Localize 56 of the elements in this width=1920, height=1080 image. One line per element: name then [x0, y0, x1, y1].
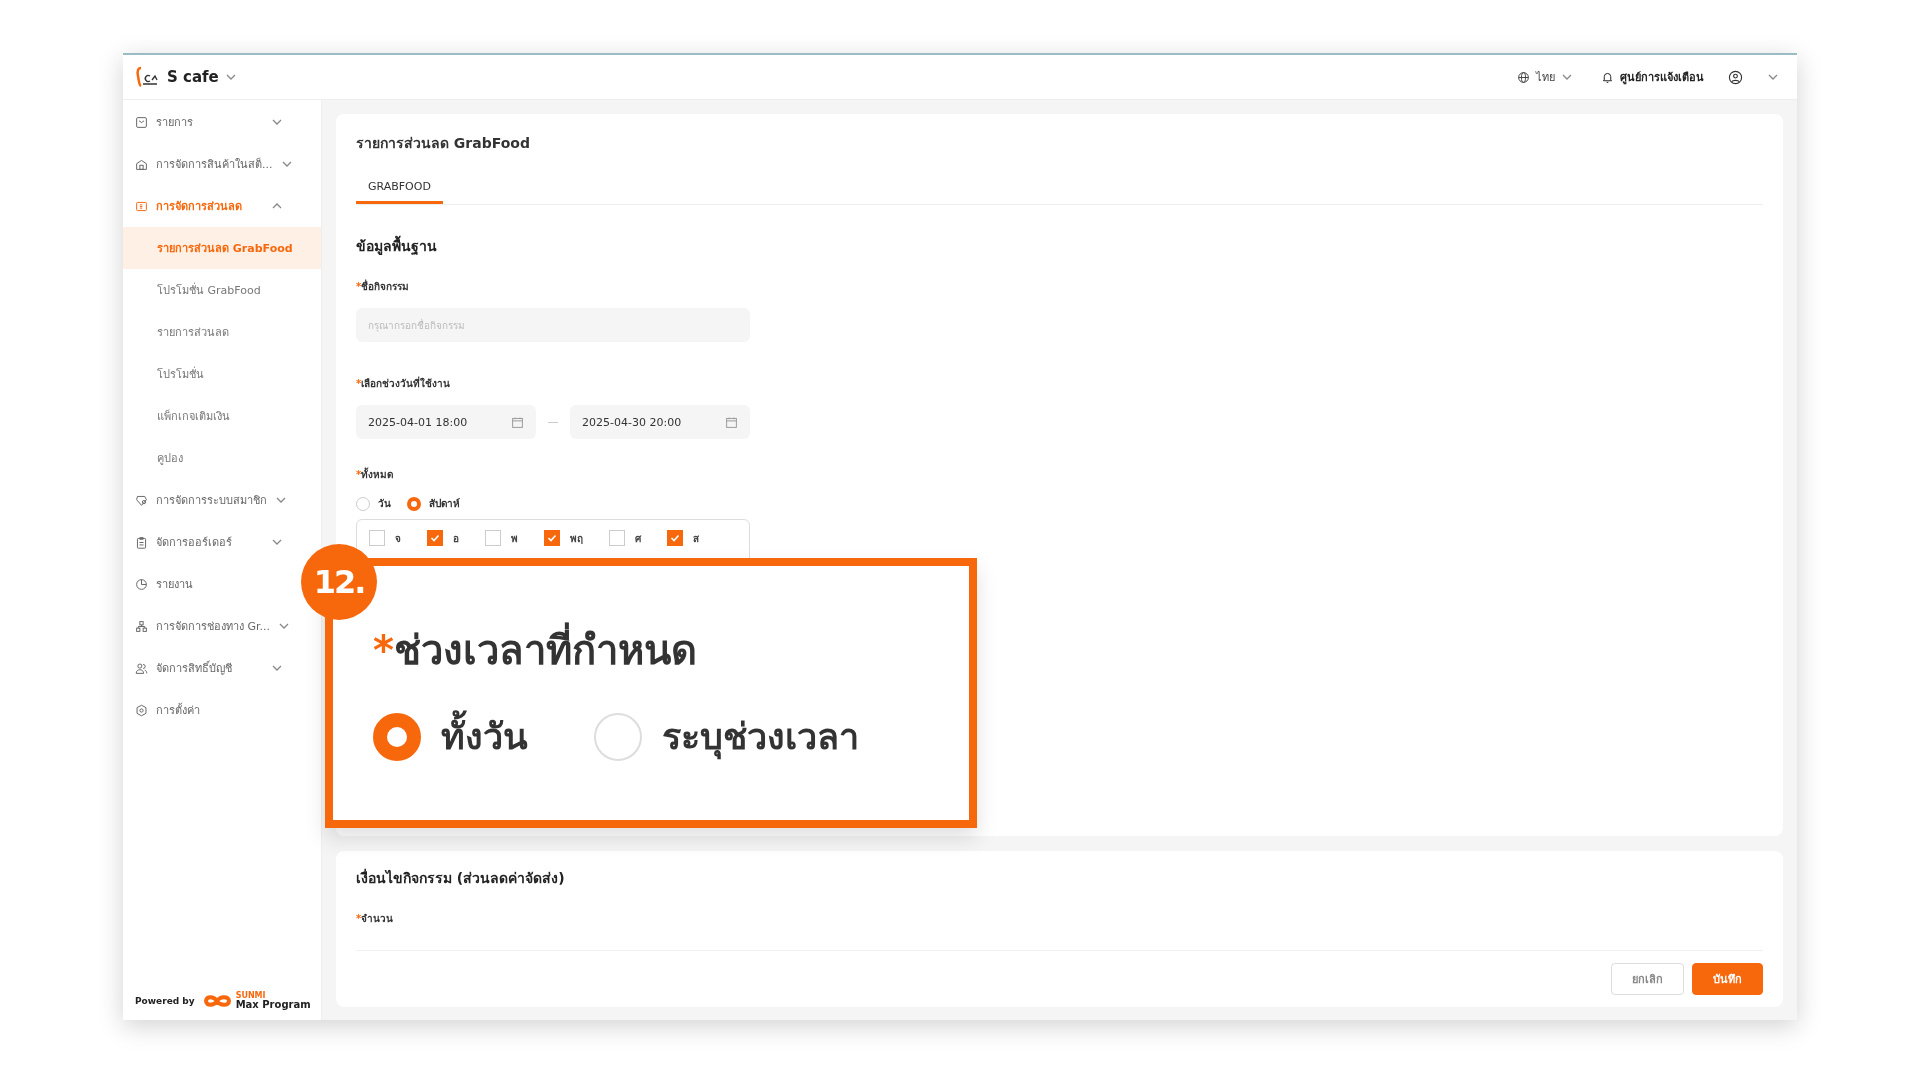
- date-field[interactable]: 2025-04-30 20:00: [570, 405, 750, 439]
- calendar-icon: [725, 415, 738, 429]
- cancel-button[interactable]: ยกเลิก: [1611, 963, 1684, 995]
- coupon-icon: [135, 199, 148, 213]
- section-title: ข้อมูลพื้นฐาน: [356, 235, 750, 257]
- sidebar-item[interactable]: จัดการสิทธิ์บัญชี: [123, 647, 289, 689]
- sidebar-item[interactable]: รายการ: [123, 101, 289, 143]
- check-icon: [547, 533, 557, 543]
- globe-icon: [1517, 70, 1530, 84]
- user-icon[interactable]: [1728, 69, 1743, 85]
- logo-icon: [135, 66, 161, 88]
- sidebar-item[interactable]: การจัดการสินค้าในสต็...: [123, 143, 289, 185]
- field-label: *ชื่อกิจกรรม: [356, 279, 411, 294]
- sidebar-item[interactable]: การจัดการช่องทาง Gr...: [123, 605, 289, 647]
- field-label: *จำนวน: [356, 912, 395, 926]
- bell-icon: [1601, 70, 1614, 84]
- logo-caption: SUNMI: [235, 992, 267, 1000]
- powered-by-label: Powered by: [135, 996, 195, 1006]
- sidebar-subitem[interactable]: โปรโมชั่น GrabFood: [123, 269, 321, 311]
- weekday-checkbox[interactable]: พฤ: [544, 530, 583, 546]
- section-title: เงื่อนไขกิจกรรม (ส่วนลดค่าจัดส่ง): [356, 867, 566, 888]
- weekday-checkbox[interactable]: พ: [485, 530, 518, 546]
- users-icon: [135, 661, 148, 675]
- sidebar-item[interactable]: จัดการออร์เดอร์: [123, 521, 289, 563]
- radio-option[interactable]: สัปดาห์: [407, 496, 460, 511]
- hierarchy-icon: [135, 619, 148, 633]
- check-icon: [670, 533, 680, 543]
- radio-option[interactable]: ระบุช่วงเวลา: [594, 708, 859, 765]
- radio-option[interactable]: วัน: [356, 496, 391, 511]
- store-icon: [135, 157, 148, 171]
- notification-center-button[interactable]: ศูนย์การแจ้งเตือน: [1601, 68, 1704, 86]
- date-field[interactable]: 2025-04-01 18:00: [356, 405, 536, 439]
- infinity-logo-icon: [202, 992, 233, 1010]
- sidebar-subitem[interactable]: โปรโมชั่น: [123, 353, 321, 395]
- range-separator: [548, 421, 558, 423]
- sidebar-item[interactable]: การตั้งค่า: [123, 689, 289, 731]
- field-label: *ทั้งหมด: [356, 467, 395, 482]
- calendar-icon: [511, 415, 524, 429]
- field-label: *เลือกช่วงวันที่ใช้งาน: [356, 376, 452, 391]
- sidebar-item[interactable]: รายงาน: [123, 563, 289, 605]
- sidebar-subitem[interactable]: คูปอง: [123, 437, 321, 479]
- field-label: *ช่วงเวลาที่กำหนด: [373, 618, 969, 682]
- input-field[interactable]: กรุณากรอกชื่อกิจกรรม: [356, 308, 750, 342]
- sidebar-item[interactable]: การจัดการระบบสมาชิก: [123, 479, 289, 521]
- language-selector[interactable]: ไทย: [1517, 68, 1573, 86]
- sidebar-subitem[interactable]: แพ็กเกจเติมเงิน: [123, 395, 321, 437]
- sidebar-subitem[interactable]: รายการส่วนลด: [123, 311, 321, 353]
- clipboard-icon: [135, 535, 148, 549]
- radio-option[interactable]: ทั้งวัน: [373, 708, 528, 765]
- settings-icon: [135, 703, 148, 717]
- clock-icon: [135, 577, 148, 591]
- check-icon: [430, 533, 440, 543]
- store-name[interactable]: S cafe: [167, 68, 219, 86]
- tab[interactable]: GRABFOOD: [356, 172, 443, 204]
- logo-text: Max Program: [235, 1000, 311, 1010]
- page-title: รายการส่วนลด GrabFood: [356, 134, 531, 153]
